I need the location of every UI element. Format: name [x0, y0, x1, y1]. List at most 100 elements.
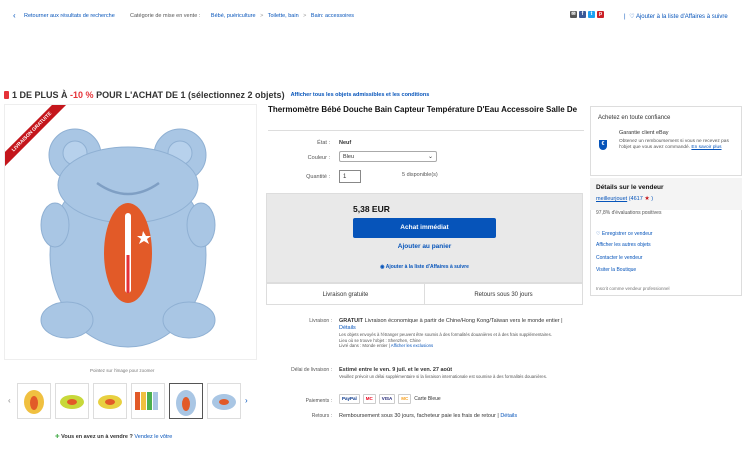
thumbnail[interactable]	[17, 383, 51, 419]
shipping-details-link[interactable]: Détails	[339, 325, 356, 331]
promo-discount: -10 %	[70, 90, 94, 100]
main-product-image[interactable]: LIVRAISON GRATUITE	[4, 104, 257, 360]
customs-note: Les objets envoyés à l'étranger peuvent …	[339, 332, 552, 337]
seller-title: Détails sur le vendeur	[596, 184, 664, 191]
sell-yours-link[interactable]: Vendez le vôtre	[134, 434, 172, 440]
ships-to-text: Livré dans : Monde entier |	[339, 343, 390, 348]
exclusions-link[interactable]: Afficher les exclusions	[391, 343, 433, 348]
product-title: Thermomètre Bébé Douche Bain Capteur Tem…	[268, 105, 578, 114]
delivery-note: Veuillez prévoir un délai supplémentaire…	[339, 374, 548, 379]
category-prefix: Catégorie de mise en vente :	[130, 13, 201, 19]
seller-type: Inscrit comme vendeur professionnel	[596, 286, 670, 291]
delivery-label: Délai de livraison :	[291, 367, 332, 373]
zoom-caption: Pointez sur l'image pour zoomer	[90, 368, 155, 373]
price: 5,38 EUR	[353, 204, 390, 214]
paypal-icon: PayPal	[339, 394, 360, 404]
color-selected-value: Bleu	[343, 154, 355, 160]
separator: |	[624, 14, 626, 20]
sell-yours-prompt: ✚ Vous en avez un à vendre ? Vendez le v…	[55, 434, 172, 440]
thumbnail[interactable]	[93, 383, 127, 419]
delivery-details: Estimé entre le ven. 9 juil. et le ven. …	[339, 367, 579, 380]
promo-text: 1 DE PLUS À -10 % POUR L'ACHAT DE 1 (sél…	[12, 90, 285, 100]
free-shipping-label: Livraison gratuite	[267, 284, 425, 304]
facebook-icon[interactable]: f	[579, 11, 586, 18]
frog-thermometer-image	[40, 128, 216, 348]
returns-details: Remboursement sous 30 jours, facheteur p…	[339, 413, 579, 420]
tag-icon	[4, 91, 9, 99]
ships-to: Livré dans : Monde entier | Afficher les…	[339, 343, 579, 349]
add-to-watchlist-label: Ajouter à la liste d'Affaires à suivre	[385, 264, 469, 270]
thumbnail[interactable]	[131, 383, 165, 419]
guarantee-title: Garantie client eBay	[619, 130, 669, 136]
tag-icon: ✚	[55, 434, 60, 440]
visit-store-link[interactable]: Visiter la Boutique	[596, 267, 636, 273]
seller-score[interactable]: (4617	[629, 196, 643, 202]
confidence-title: Achetez en toute confiance	[598, 115, 671, 121]
seller-header	[590, 178, 742, 210]
pinterest-icon[interactable]: p	[597, 11, 604, 18]
breadcrumb: Catégorie de mise en vente : Bébé, puéri…	[130, 13, 355, 19]
save-seller-link[interactable]: ♡ Enregistrer ce vendeur	[596, 231, 652, 237]
email-icon[interactable]: ✉	[570, 11, 577, 18]
heart-icon: ♡	[596, 231, 601, 237]
payments-label: Paiements :	[305, 398, 332, 404]
eye-icon: ◉	[380, 264, 385, 270]
save-seller-label: Enregistrer ce vendeur	[601, 231, 653, 237]
carte-bleue-label: Carte Bleue	[414, 396, 441, 402]
quantity-label: Quantité :	[306, 174, 330, 180]
delivery-estimate: Estimé entre le ven. 9 juil. et le ven. …	[339, 367, 453, 373]
chevron-right-icon[interactable]: ›	[245, 396, 248, 405]
add-to-cart-button[interactable]: Ajouter au panier	[353, 243, 496, 250]
seller-name-link[interactable]: meilleurjouet	[596, 196, 627, 202]
quantity-input[interactable]: 1	[339, 170, 361, 183]
condition-value: Neuf	[339, 140, 352, 146]
learn-more-link[interactable]: En savoir plus	[691, 145, 721, 150]
returns-text: Remboursement sous 30 jours, facheteur p…	[339, 413, 499, 419]
back-arrow-icon[interactable]: ‹	[13, 11, 16, 20]
breadcrumb-item[interactable]: Bébé, puériculture	[211, 13, 256, 19]
watchlist-label: Ajouter à la liste d'Affaires à suivre	[635, 14, 728, 20]
heart-icon: ♡	[629, 14, 635, 20]
shipping-details: GRATUIT Livraison économique à partir de…	[339, 318, 579, 349]
breadcrumb-item[interactable]: Bain: accessoires	[311, 13, 354, 19]
maestro-icon: MC	[398, 394, 412, 404]
share-icons: ✉ f t p	[570, 11, 604, 18]
contact-seller-link[interactable]: Contacter le vendeur	[596, 255, 642, 261]
back-to-results-link[interactable]: Retourner aux résultats de recherche	[24, 13, 115, 19]
twitter-icon[interactable]: t	[588, 11, 595, 18]
shipping-free: GRATUIT	[339, 318, 364, 324]
shield-icon: €	[599, 140, 607, 150]
promo-banner: 1 DE PLUS À -10 % POUR L'ACHAT DE 1 (sél…	[4, 90, 429, 100]
condition-label: État :	[317, 140, 330, 146]
thumbnail[interactable]	[207, 383, 241, 419]
buy-now-button[interactable]: Achat immédiat	[353, 218, 496, 238]
watchlist-link[interactable]: | ♡ Ajouter à la liste d'Affaires à suiv…	[624, 13, 728, 20]
guarantee-description: Obtenez un remboursement si vous ne rece…	[619, 139, 737, 151]
chevron-down-icon: ⌄	[427, 154, 433, 160]
other-items-link[interactable]: Afficher les autres objets	[596, 242, 651, 248]
seller-score-end: )	[651, 196, 654, 202]
visa-icon: VISA	[378, 394, 396, 404]
availability-text: 5 disponible(s)	[402, 172, 438, 178]
shipping-text: Livraison économique à partir de Chine/H…	[364, 318, 563, 324]
mastercard-icon: MC	[362, 394, 376, 404]
payment-methods: PayPal MC VISA MC Carte Bleue	[339, 394, 441, 404]
divider	[268, 130, 584, 131]
promo-part2: POUR L'ACHAT DE 1 (sélectionnez 2 objets…	[96, 90, 285, 100]
seller-info: meilleurjouet (4617 ★ )	[596, 195, 653, 202]
shipping-returns-bar: Livraison gratuite Retours sous 30 jours	[266, 283, 583, 305]
color-label: Couleur :	[307, 155, 330, 161]
chevron-left-icon[interactable]: ‹	[8, 396, 11, 405]
thumbnail[interactable]	[55, 383, 89, 419]
star-icon: ★	[644, 196, 650, 202]
add-to-watchlist-link[interactable]: ◉ Ajouter à la liste d'Affaires à suivre	[353, 264, 496, 270]
returns-details-link[interactable]: Détails	[500, 413, 517, 419]
sell-question: Vous en avez un à vendre ?	[61, 434, 133, 440]
returns-label: Retours sous 30 jours	[474, 292, 533, 298]
shipping-label: Livraison :	[309, 318, 332, 324]
seller-positive-rating: 97,8% d'évaluations positives	[596, 210, 662, 216]
thumbnail-selected[interactable]	[169, 383, 203, 419]
breadcrumb-item[interactable]: Toilette, bain	[268, 13, 299, 19]
promo-conditions-link[interactable]: Afficher tous les objets admissibles et …	[291, 92, 430, 98]
color-select[interactable]: Bleu ⌄	[339, 151, 437, 162]
